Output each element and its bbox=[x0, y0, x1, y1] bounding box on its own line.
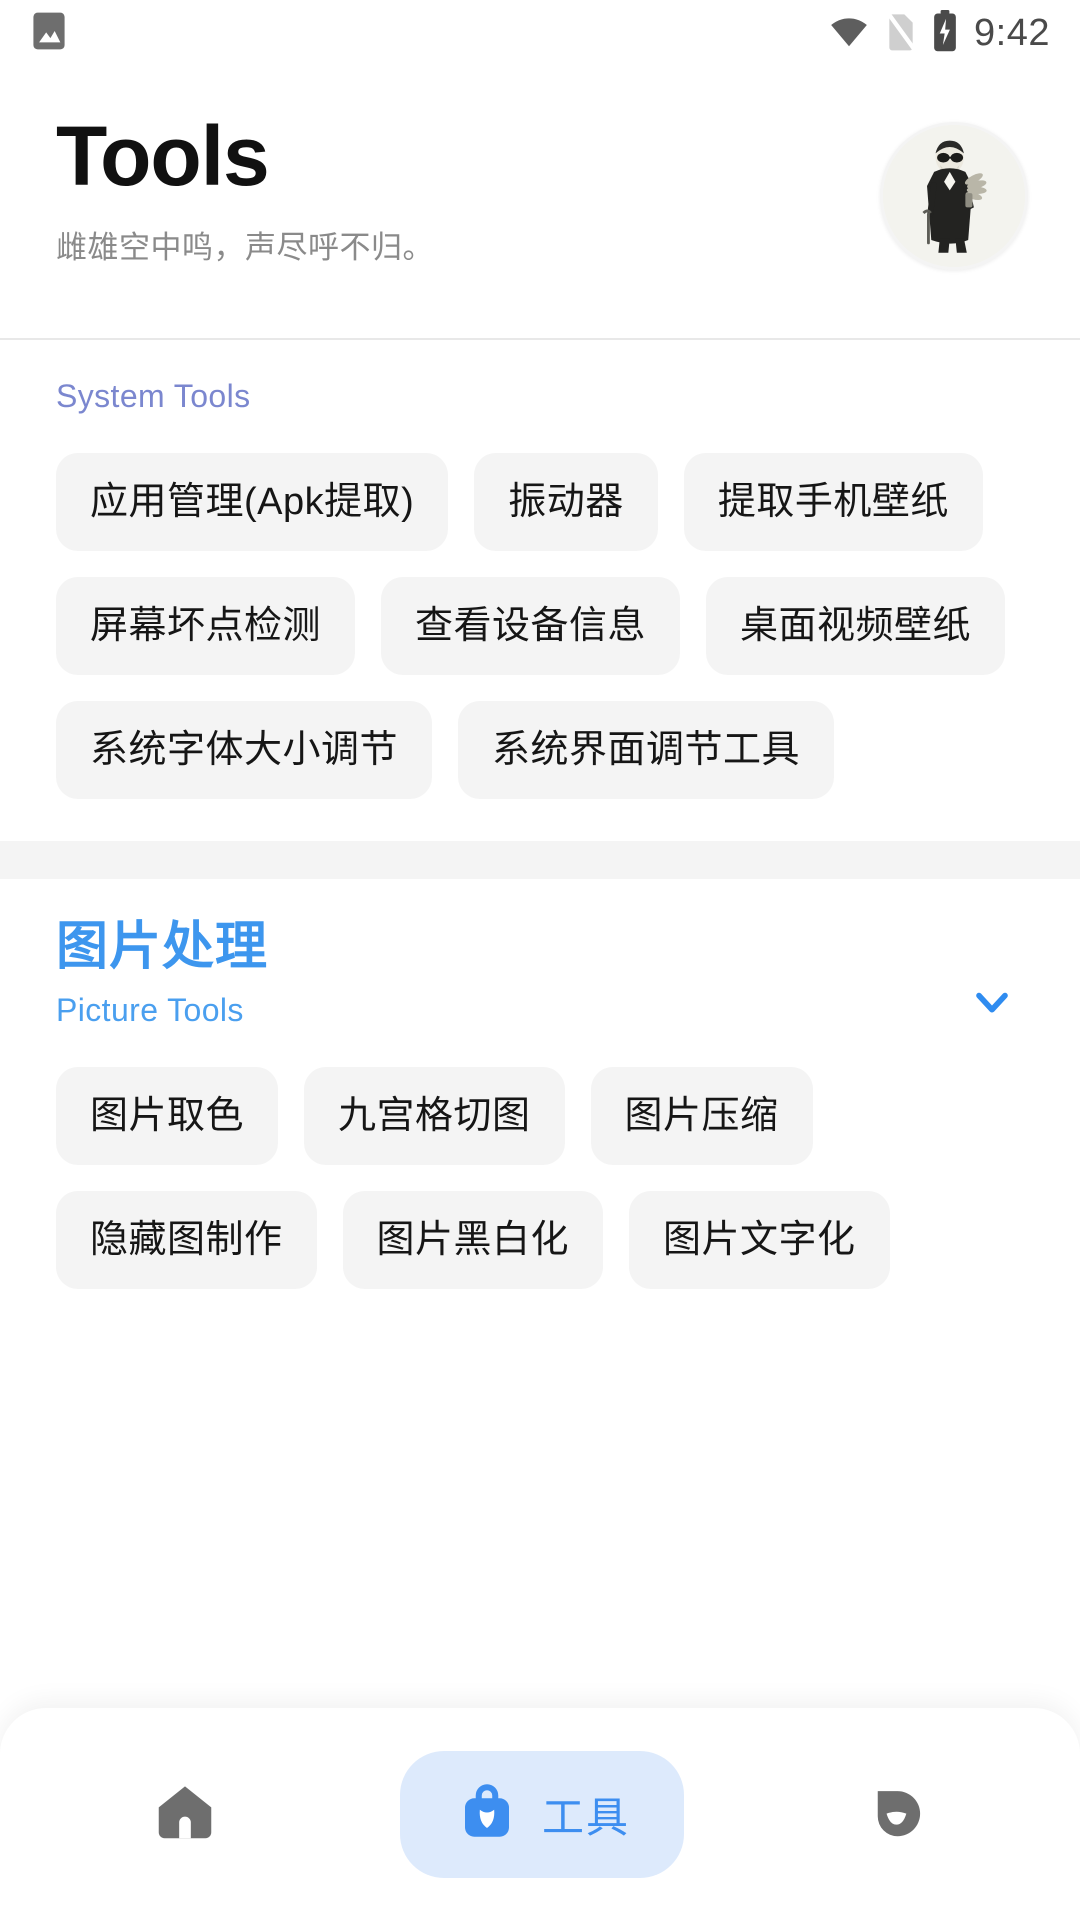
section-divider bbox=[0, 841, 1080, 879]
nav-item-home[interactable] bbox=[110, 1749, 260, 1880]
image-notification-icon bbox=[32, 11, 66, 56]
status-bar-clock: 9:42 bbox=[974, 11, 1050, 54]
tool-chip[interactable]: 屏幕坏点检测 bbox=[56, 577, 356, 675]
section-subtitle-en: System Tools bbox=[56, 378, 251, 414]
tool-chip[interactable]: 系统字体大小调节 bbox=[56, 701, 433, 799]
tool-chip[interactable]: 图片文字化 bbox=[629, 1191, 890, 1290]
mask-icon bbox=[864, 1779, 930, 1850]
status-bar-right: 9:42 bbox=[828, 9, 1080, 57]
app-header: Tools 雌雄空中鸣，声尽呼不归。 bbox=[0, 66, 1080, 338]
wifi-icon bbox=[828, 14, 870, 53]
section-title-cn: 图片处理 bbox=[56, 918, 269, 976]
nav-item-mask[interactable] bbox=[824, 1751, 970, 1878]
avatar[interactable] bbox=[880, 122, 1028, 270]
status-bar-left bbox=[0, 11, 66, 56]
tool-chip[interactable]: 桌面视频壁纸 bbox=[706, 577, 1006, 675]
home-icon bbox=[150, 1777, 220, 1852]
chevron-down-icon[interactable] bbox=[966, 975, 1018, 1032]
nav-item-tools[interactable]: 工具 bbox=[399, 1750, 684, 1878]
section-picture-tools: 图片处理 Picture Tools 图片取色 九宫格切图 图片压缩 隐藏图制作… bbox=[0, 879, 1080, 1290]
tool-chip[interactable]: 图片黑白化 bbox=[342, 1191, 604, 1290]
status-bar: 9:42 bbox=[0, 0, 1080, 66]
app-screen: 9:42 Tools 雌雄空中鸣，声尽呼不归。 System Tools 应用管… bbox=[0, 0, 1080, 1920]
battery-charging-icon bbox=[932, 9, 958, 57]
tool-chip[interactable]: 振动器 bbox=[474, 453, 658, 551]
tool-chip[interactable]: 图片压缩 bbox=[590, 1067, 813, 1166]
no-sim-icon bbox=[885, 10, 917, 56]
toolbox-icon bbox=[454, 1779, 520, 1850]
page-title: Tools bbox=[56, 109, 270, 203]
tool-chip[interactable]: 提取手机壁纸 bbox=[683, 453, 983, 551]
chip-group-system-tools: 应用管理(Apk提取) 振动器 提取手机壁纸 屏幕坏点检测 查看设备信息 桌面视… bbox=[56, 415, 1024, 799]
page-subtitle: 雌雄空中鸣，声尽呼不归。 bbox=[56, 229, 434, 265]
section-subtitle-en: Picture Tools bbox=[56, 992, 244, 1029]
scroll-content[interactable]: System Tools 应用管理(Apk提取) 振动器 提取手机壁纸 屏幕坏点… bbox=[0, 340, 1080, 1920]
header-divider bbox=[0, 338, 1080, 340]
nav-item-tools-label: 工具 bbox=[541, 1793, 630, 1841]
bottom-navigation-bar: 工具 bbox=[0, 1708, 1080, 1920]
tool-chip[interactable]: 隐藏图制作 bbox=[56, 1191, 317, 1290]
tool-chip[interactable]: 系统界面调节工具 bbox=[458, 701, 835, 799]
tool-chip[interactable]: 九宫格切图 bbox=[304, 1067, 565, 1166]
section-system-tools: System Tools 应用管理(Apk提取) 振动器 提取手机壁纸 屏幕坏点… bbox=[0, 340, 1080, 841]
tool-chip[interactable]: 查看设备信息 bbox=[381, 577, 681, 675]
tool-chip[interactable]: 图片取色 bbox=[56, 1067, 279, 1166]
section-header-picture-tools[interactable]: 图片处理 Picture Tools bbox=[56, 879, 1024, 1029]
chip-group-picture-tools: 图片取色 九宫格切图 图片压缩 隐藏图制作 图片黑白化 图片文字化 bbox=[56, 1029, 1024, 1290]
tool-chip[interactable]: 应用管理(Apk提取) bbox=[56, 453, 449, 551]
header-text-block: Tools 雌雄空中鸣，声尽呼不归。 bbox=[56, 109, 880, 267]
